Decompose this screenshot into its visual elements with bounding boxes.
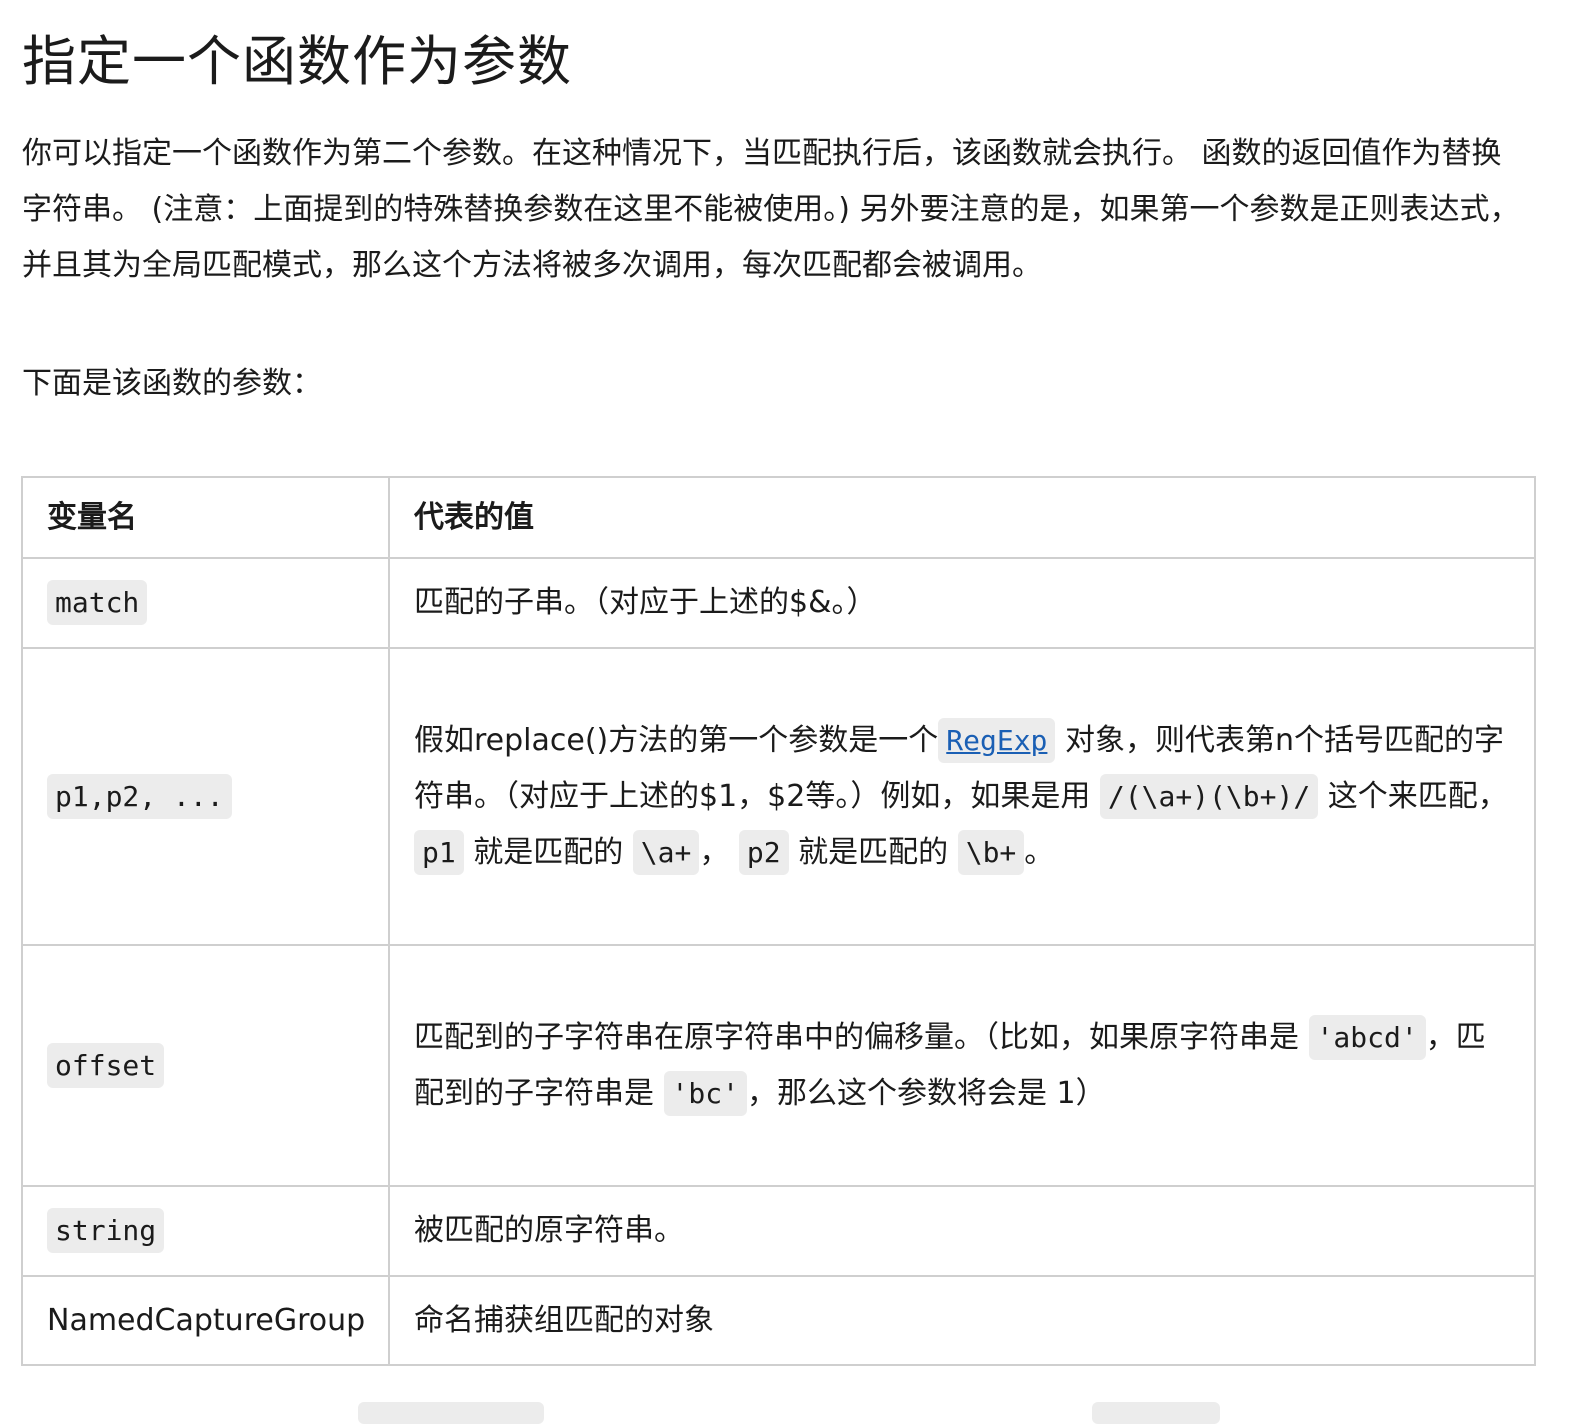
partial-inline-code: [1092, 1402, 1220, 1424]
desc-text: 这个来匹配，: [1318, 778, 1508, 814]
desc-text: ，: [699, 834, 739, 870]
inline-code: \b+: [957, 829, 1025, 875]
desc-text: 。: [1024, 834, 1055, 870]
param-desc-cell: 命名捕获组匹配的对象: [388, 1275, 1536, 1366]
desc-text: 就是匹配的: [463, 834, 633, 870]
header-variable-name: 变量名: [21, 476, 390, 559]
table-row: p1,p2, ... 假如replace()方法的第一个参数是一个 RegExp …: [21, 647, 1536, 946]
desc-text: 就是匹配的: [788, 834, 958, 870]
table-row: NamedCaptureGroup 命名捕获组匹配的对象: [21, 1275, 1536, 1366]
param-desc-cell: 被匹配的原字符串。: [388, 1185, 1536, 1277]
inline-code: p2: [738, 829, 789, 875]
table-row: string 被匹配的原字符串。: [21, 1185, 1536, 1277]
partial-inline-code: [358, 1402, 544, 1424]
regexp-link[interactable]: RegExp: [946, 724, 1047, 757]
param-name-cell: string: [21, 1185, 390, 1277]
inline-code: 'abcd': [1308, 1014, 1426, 1060]
desc-text: 被匹配的原字符串。: [414, 1213, 684, 1248]
param-name-code: p1,p2, ...: [47, 773, 232, 819]
param-name-cell: match: [21, 557, 390, 649]
inline-code: p1: [414, 829, 464, 875]
param-desc-cell: 匹配的子串。（对应于上述的$&。）: [388, 557, 1536, 649]
param-name-code: string: [47, 1208, 165, 1253]
param-name-cell: p1,p2, ...: [21, 647, 390, 946]
desc-text: 匹配的子串。（对应于上述的$&。）: [414, 585, 877, 620]
inline-code: 'bc': [663, 1070, 747, 1116]
param-desc-cell: 匹配到的子字符串在原字符串中的偏移量。（比如，如果原字符串是 'abcd' ，匹配…: [388, 944, 1536, 1187]
param-name-code: offset: [47, 1042, 165, 1088]
inline-code: \a+: [632, 829, 700, 875]
header-value: 代表的值: [388, 476, 1536, 559]
param-name-code: match: [47, 580, 148, 625]
intro-paragraph: 你可以指定一个函数作为第二个参数。在这种情况下，当匹配执行后，该函数就会执行。 …: [22, 136, 1520, 283]
param-name-cell: NamedCaptureGroup: [21, 1275, 390, 1366]
param-name-cell: offset: [21, 944, 390, 1187]
table-row: match 匹配的子串。（对应于上述的$&。）: [21, 557, 1536, 649]
desc-text: ，那么这个参数将会是 1）: [746, 1075, 1106, 1111]
params-table: 变量名 代表的值 match 匹配的子串。（对应于上述的$&。） p1,p2, …: [21, 476, 1536, 1366]
desc-text: 假如replace()方法的第一个参数是一个: [414, 722, 939, 758]
desc-text: 匹配到的子字符串在原字符串中的偏移量。（比如，如果原字符串是: [414, 1019, 1309, 1055]
desc-text: 命名捕获组匹配的对象: [414, 1302, 714, 1338]
table-row: offset 匹配到的子字符串在原字符串中的偏移量。（比如，如果原字符串是 'a…: [21, 944, 1536, 1187]
params-heading: 下面是该函数的参数：: [22, 366, 322, 401]
inline-code: /(\a+)(\b+)/: [1099, 773, 1319, 819]
param-desc-cell: 假如replace()方法的第一个参数是一个 RegExp 对象，则代表第n个括号…: [388, 647, 1536, 946]
page-title: 指定一个函数作为参数: [22, 30, 572, 93]
table-header-row: 变量名 代表的值: [21, 476, 1536, 559]
